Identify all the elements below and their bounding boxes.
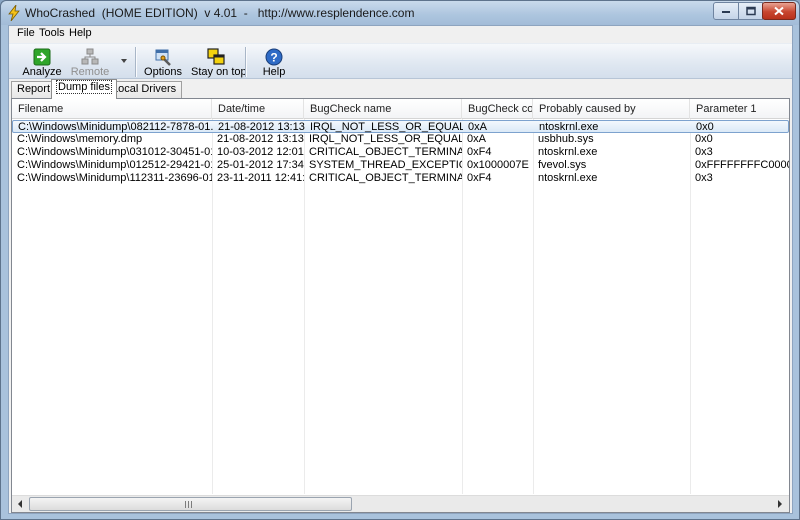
table-row[interactable]: C:\Windows\Minidump\112311-23696-01.dmp … bbox=[12, 172, 789, 185]
cell-bugcheck-name: CRITICAL_OBJECT_TERMINATION bbox=[309, 146, 462, 158]
help-button[interactable]: ? Help bbox=[257, 46, 291, 79]
cell-parameter1: 0x3 bbox=[695, 146, 713, 158]
scrollbar-thumb[interactable] bbox=[29, 497, 352, 511]
analyze-button[interactable]: Analyze bbox=[21, 46, 63, 79]
table-row[interactable]: C:\Windows\memory.dmp 21-08-2012 13:13:1… bbox=[12, 133, 789, 146]
settings-icon bbox=[155, 49, 171, 66]
cell-bugcheck-code: 0x1000007E bbox=[467, 159, 529, 171]
cell-parameter1: 0x3 bbox=[695, 172, 713, 184]
scroll-right-button[interactable] bbox=[772, 496, 789, 512]
chevron-down-icon[interactable] bbox=[120, 58, 128, 64]
column-header-bugcheck-name[interactable]: BugCheck name bbox=[304, 99, 462, 119]
cell-caused-by: usbhub.sys bbox=[538, 133, 594, 145]
grip-icon bbox=[185, 501, 194, 508]
column-header-datetime[interactable]: Date/time bbox=[212, 99, 304, 119]
window-title: WhoCrashed (HOME EDITION) v 4.01 - http:… bbox=[25, 6, 415, 20]
cell-datetime: 10-03-2012 12:01:36 bbox=[217, 146, 304, 158]
cell-filename: C:\Windows\Minidump\012512-29421-01.dmp bbox=[17, 159, 212, 171]
menu-tools[interactable]: Tools bbox=[39, 27, 65, 39]
client-area: File Tools Help Analyze Remote Options S… bbox=[8, 25, 793, 514]
green-arrow-icon bbox=[33, 48, 51, 66]
tab-dump-files[interactable]: Dump files bbox=[51, 79, 117, 99]
cell-bugcheck-code: 0xA bbox=[467, 133, 486, 145]
column-header-bugcheck-code[interactable]: BugCheck code bbox=[462, 99, 533, 119]
title-bar[interactable]: WhoCrashed (HOME EDITION) v 4.01 - http:… bbox=[1, 1, 799, 25]
table-row[interactable]: C:\Windows\Minidump\082112-7878-01.dmp 2… bbox=[12, 120, 789, 133]
maximize-icon bbox=[745, 6, 756, 16]
app-window: WhoCrashed (HOME EDITION) v 4.01 - http:… bbox=[0, 0, 800, 520]
question-icon: ? bbox=[265, 48, 283, 66]
tab-local-drivers[interactable]: Local Drivers bbox=[106, 81, 183, 98]
tab-strip: Report Dump files Local Drivers bbox=[9, 79, 792, 99]
column-header-caused-by[interactable]: Probably caused by bbox=[533, 99, 690, 119]
toolbar-separator bbox=[245, 47, 247, 77]
chevron-left-icon bbox=[18, 500, 22, 508]
chevron-right-icon bbox=[778, 500, 782, 508]
column-header-parameter1[interactable]: Parameter 1 bbox=[690, 99, 789, 119]
network-icon bbox=[81, 48, 99, 65]
table-row[interactable]: C:\Windows\Minidump\031012-30451-01.dmp … bbox=[12, 146, 789, 159]
cell-caused-by: ntoskrnl.exe bbox=[538, 146, 598, 158]
cell-bugcheck-name: SYSTEM_THREAD_EXCEPTION_NOT... bbox=[309, 159, 462, 171]
close-button[interactable] bbox=[762, 2, 796, 20]
menu-bar: File Tools Help bbox=[9, 26, 792, 42]
cell-filename: C:\Windows\Minidump\112311-23696-01.dmp bbox=[17, 172, 212, 184]
table-body: C:\Windows\Minidump\082112-7878-01.dmp 2… bbox=[12, 119, 789, 494]
minimize-button[interactable] bbox=[713, 2, 739, 20]
stay-on-top-button[interactable]: Stay on top bbox=[191, 46, 247, 79]
cell-filename: C:\Windows\memory.dmp bbox=[17, 133, 143, 145]
cell-bugcheck-code: 0xF4 bbox=[467, 146, 492, 158]
cell-caused-by: fvevol.sys bbox=[538, 159, 587, 171]
cell-datetime: 21-08-2012 13:13:17 bbox=[217, 133, 304, 145]
tab-report[interactable]: Report bbox=[11, 81, 57, 98]
remote-button[interactable]: Remote bbox=[69, 46, 111, 79]
cell-datetime: 25-01-2012 17:34:19 bbox=[217, 159, 304, 171]
horizontal-scrollbar[interactable] bbox=[12, 495, 789, 512]
toolbar: Analyze Remote Options Stay on top ? Hel… bbox=[9, 43, 792, 79]
minimize-icon bbox=[722, 11, 730, 13]
cell-parameter1: 0x0 bbox=[695, 133, 713, 145]
options-button[interactable]: Options bbox=[144, 46, 182, 79]
column-header-row: Filename Date/time BugCheck name BugChec… bbox=[12, 99, 789, 119]
cell-parameter1: 0xFFFFFFFFC0000005 bbox=[695, 159, 789, 171]
cell-caused-by: ntoskrnl.exe bbox=[538, 172, 598, 184]
cell-bugcheck-code: 0xF4 bbox=[467, 172, 492, 184]
menu-file[interactable]: File bbox=[17, 27, 35, 39]
lightning-icon bbox=[8, 5, 20, 21]
cell-bugcheck-name: IRQL_NOT_LESS_OR_EQUAL bbox=[309, 133, 462, 145]
menu-help[interactable]: Help bbox=[69, 27, 92, 39]
windows-stack-icon bbox=[207, 48, 225, 65]
close-icon bbox=[774, 6, 784, 16]
cell-bugcheck-name: CRITICAL_OBJECT_TERMINATION bbox=[309, 172, 462, 184]
column-header-filename[interactable]: Filename bbox=[12, 99, 212, 119]
svg-text:?: ? bbox=[270, 51, 277, 65]
cell-datetime: 23-11-2011 12:41:17 bbox=[217, 172, 304, 184]
table-row[interactable]: C:\Windows\Minidump\012512-29421-01.dmp … bbox=[12, 159, 789, 172]
toolbar-separator bbox=[135, 47, 137, 77]
dump-files-list[interactable]: Filename Date/time BugCheck name BugChec… bbox=[11, 98, 790, 513]
maximize-button[interactable] bbox=[738, 2, 763, 20]
cell-filename: C:\Windows\Minidump\031012-30451-01.dmp bbox=[17, 146, 212, 158]
scroll-left-button[interactable] bbox=[12, 496, 29, 512]
